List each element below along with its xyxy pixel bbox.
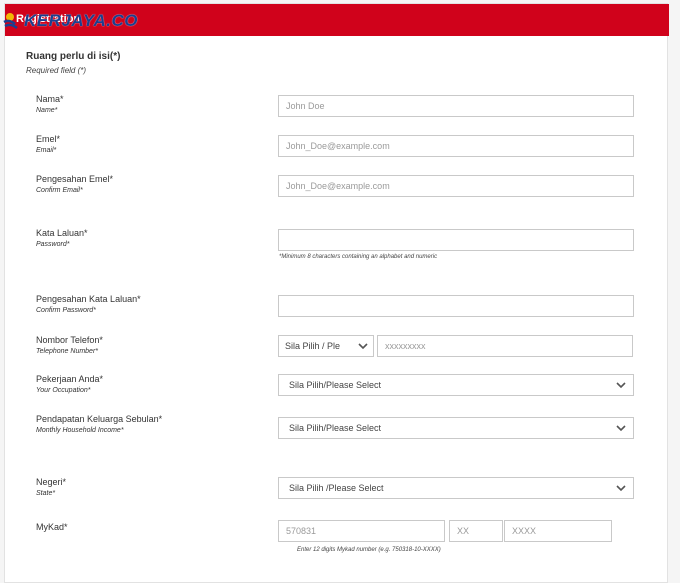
kerjaya-logo: KERJAYA.CO bbox=[3, 10, 138, 32]
password-label-en: Password* bbox=[36, 241, 70, 248]
income-label-en: Monthly Household Income* bbox=[36, 427, 124, 434]
logo-text: KERJAYA.CO bbox=[24, 11, 138, 30]
phone-prefix-select[interactable]: Sila Pilih / Ple bbox=[278, 335, 374, 357]
name-label-ms: Nama* bbox=[36, 94, 64, 104]
email-input[interactable]: John_Doe@example.com bbox=[278, 135, 634, 157]
confirm-password-label: Pengesahan Kata Laluan* Confirm Password… bbox=[36, 294, 141, 317]
state-label-ms: Negeri* bbox=[36, 477, 67, 487]
mykad-label: MyKad* bbox=[36, 522, 68, 533]
password-input[interactable] bbox=[278, 229, 634, 251]
chevron-down-icon bbox=[615, 379, 627, 391]
occupation-select[interactable]: Sila Pilih/Please Select bbox=[278, 374, 634, 396]
required-subtitle: Required field (*) bbox=[26, 66, 87, 75]
confirm-email-label-en: Confirm Email* bbox=[36, 187, 83, 194]
occupation-select-value: Sila Pilih/Please Select bbox=[289, 380, 382, 390]
phone-number-input[interactable]: xxxxxxxxx bbox=[377, 335, 633, 357]
password-label: Kata Laluan* Password* bbox=[36, 228, 88, 251]
phone-label-en: Telephone Number* bbox=[36, 348, 99, 355]
phone-label-ms: Nombor Telefon* bbox=[36, 335, 103, 345]
confirm-password-input[interactable] bbox=[278, 295, 634, 317]
phone-label: Nombor Telefon* Telephone Number* bbox=[36, 335, 103, 358]
confirm-password-label-ms: Pengesahan Kata Laluan* bbox=[36, 294, 141, 304]
mykad-part1-input[interactable]: 570831 bbox=[278, 520, 445, 542]
state-select-value: Sila Pilih /Please Select bbox=[289, 483, 384, 493]
confirm-password-label-en: Confirm Password* bbox=[36, 307, 96, 314]
registration-panel: Registration KERJAYA.CO Ruang perlu di i… bbox=[3, 3, 669, 583]
occupation-label-en: Your Occupation* bbox=[36, 387, 91, 394]
occupation-label: Pekerjaan Anda* Your Occupation* bbox=[36, 374, 103, 397]
income-select-value: Sila Pilih/Please Select bbox=[289, 423, 382, 433]
name-label: Nama* Name* bbox=[36, 94, 64, 117]
password-hint: *Minimum 8 characters containing an alph… bbox=[279, 254, 438, 260]
mykad-hint: Enter 12 digits Mykad number (e.g. 75031… bbox=[297, 547, 441, 553]
confirm-email-label-ms: Pengesahan Emel* bbox=[36, 174, 114, 184]
email-label-en: Email* bbox=[36, 147, 57, 154]
confirm-email-label: Pengesahan Emel* Confirm Email* bbox=[36, 174, 113, 197]
income-label: Pendapatan Keluarga Sebulan* Monthly Hou… bbox=[36, 414, 162, 437]
chevron-down-icon bbox=[615, 482, 627, 494]
logo-mark-icon bbox=[3, 13, 18, 29]
password-label-ms: Kata Laluan* bbox=[36, 228, 88, 238]
state-select[interactable]: Sila Pilih /Please Select bbox=[278, 477, 634, 499]
mykad-part3-input[interactable]: XXXX bbox=[504, 520, 612, 542]
email-label-ms: Emel* bbox=[36, 134, 61, 144]
state-label-en: State* bbox=[36, 490, 56, 497]
chevron-down-icon bbox=[615, 422, 627, 434]
email-label: Emel* Email* bbox=[36, 134, 60, 157]
required-title: Ruang perlu di isi(*) bbox=[26, 51, 121, 62]
name-input[interactable]: John Doe bbox=[278, 95, 634, 117]
name-label-en: Name* bbox=[36, 107, 58, 114]
chevron-down-icon bbox=[357, 340, 369, 352]
occupation-label-ms: Pekerjaan Anda* bbox=[36, 374, 104, 384]
mykad-label-ms: MyKad* bbox=[36, 522, 68, 532]
phone-prefix-value: Sila Pilih / Ple bbox=[285, 341, 341, 351]
income-label-ms: Pendapatan Keluarga Sebulan* bbox=[36, 414, 163, 424]
income-select[interactable]: Sila Pilih/Please Select bbox=[278, 417, 634, 439]
confirm-email-input[interactable]: John_Doe@example.com bbox=[278, 175, 634, 197]
registration-header: Registration KERJAYA.CO bbox=[3, 4, 669, 36]
state-label: Negeri* State* bbox=[36, 477, 66, 500]
mykad-part2-input[interactable]: XX bbox=[449, 520, 503, 542]
